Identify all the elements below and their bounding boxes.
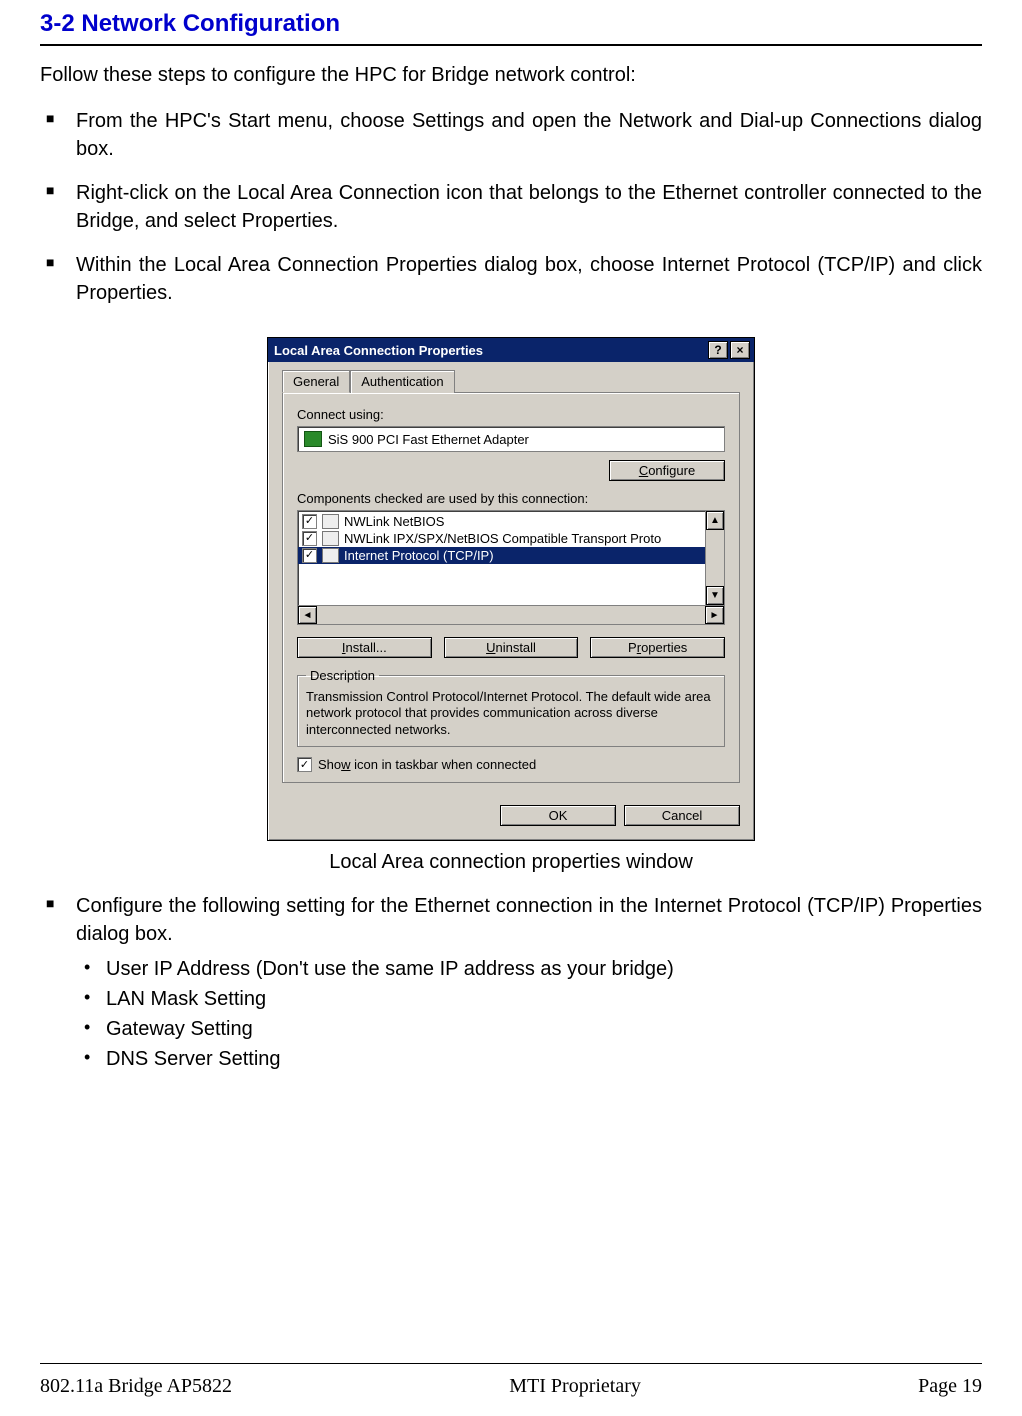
footer-center: MTI Proprietary: [509, 1375, 641, 1398]
config-item: Configure the following setting for the …: [76, 892, 982, 1074]
show-icon-label: Show icon in taskbar when connected: [318, 757, 536, 772]
scroll-left-icon[interactable]: ◄: [298, 606, 317, 624]
configure-button[interactable]: Configure: [609, 460, 725, 481]
sub-item: Gateway Setting: [106, 1014, 982, 1044]
step-item: Within the Local Area Connection Propert…: [76, 251, 982, 307]
component-label: Internet Protocol (TCP/IP): [344, 548, 494, 563]
properties-dialog: Local Area Connection Properties ? × Gen…: [267, 337, 755, 841]
heading-rule: [40, 44, 982, 46]
nic-icon: [304, 431, 322, 447]
figure-caption: Local Area connection properties window: [40, 851, 982, 874]
install-button[interactable]: Install...: [297, 637, 432, 658]
config-sublist: User IP Address (Don't use the same IP a…: [76, 954, 982, 1074]
footer-rule: [40, 1363, 982, 1364]
tab-strip: General Authentication: [282, 370, 740, 393]
checkbox-icon[interactable]: ✓: [297, 757, 312, 772]
protocol-icon: [322, 514, 339, 529]
protocol-icon: [322, 548, 339, 563]
description-text: Transmission Control Protocol/Internet P…: [306, 689, 716, 738]
tab-panel-general: Connect using: SiS 900 PCI Fast Ethernet…: [282, 392, 740, 783]
protocol-icon: [322, 531, 339, 546]
uninstall-button[interactable]: Uninstall: [444, 637, 579, 658]
components-label: Components checked are used by this conn…: [297, 491, 725, 506]
component-label: NWLink IPX/SPX/NetBIOS Compatible Transp…: [344, 531, 661, 546]
section-heading: 3-2 Network Configuration: [40, 10, 982, 38]
components-listbox[interactable]: ✓ NWLink NetBIOS ✓ NWLink IPX/SPX/NetBIO…: [297, 510, 725, 625]
component-label: NWLink NetBIOS: [344, 514, 444, 529]
scroll-right-icon[interactable]: ►: [705, 606, 724, 624]
checkbox-icon[interactable]: ✓: [302, 514, 317, 529]
horizontal-scrollbar[interactable]: ◄ ►: [298, 605, 724, 624]
component-item[interactable]: ✓ NWLink IPX/SPX/NetBIOS Compatible Tran…: [298, 530, 705, 547]
page-footer: 802.11a Bridge AP5822 MTI Proprietary Pa…: [40, 1375, 982, 1398]
properties-button[interactable]: Properties: [590, 637, 725, 658]
component-item-selected[interactable]: ✓ Internet Protocol (TCP/IP): [298, 547, 705, 564]
connect-using-label: Connect using:: [297, 407, 725, 422]
close-button[interactable]: ×: [730, 341, 750, 359]
dialog-titlebar[interactable]: Local Area Connection Properties ? ×: [268, 338, 754, 362]
figure-container: Local Area Connection Properties ? × Gen…: [40, 337, 982, 841]
cancel-button[interactable]: Cancel: [624, 805, 740, 826]
checkbox-icon[interactable]: ✓: [302, 531, 317, 546]
adapter-field[interactable]: SiS 900 PCI Fast Ethernet Adapter: [297, 426, 725, 452]
adapter-name: SiS 900 PCI Fast Ethernet Adapter: [328, 432, 529, 447]
document-page: 3-2 Network Configuration Follow these s…: [0, 0, 1022, 1416]
config-list: Configure the following setting for the …: [40, 892, 982, 1074]
sub-item: User IP Address (Don't use the same IP a…: [106, 954, 982, 984]
sub-item: LAN Mask Setting: [106, 984, 982, 1014]
footer-right: Page 19: [918, 1375, 982, 1398]
footer-left: 802.11a Bridge AP5822: [40, 1375, 232, 1398]
help-button[interactable]: ?: [708, 341, 728, 359]
scroll-up-icon[interactable]: ▲: [706, 511, 724, 530]
dialog-title: Local Area Connection Properties: [274, 343, 483, 358]
description-legend: Description: [306, 668, 379, 683]
ok-button[interactable]: OK: [500, 805, 616, 826]
config-item-text: Configure the following setting for the …: [76, 895, 982, 945]
vertical-scrollbar[interactable]: ▲ ▼: [705, 511, 724, 605]
scroll-down-icon[interactable]: ▼: [706, 586, 724, 605]
intro-paragraph: Follow these steps to configure the HPC …: [40, 64, 982, 87]
step-item: From the HPC's Start menu, choose Settin…: [76, 107, 982, 163]
step-item: Right-click on the Local Area Connection…: [76, 179, 982, 235]
tab-general[interactable]: General: [282, 370, 350, 393]
tab-authentication[interactable]: Authentication: [350, 370, 454, 393]
component-item[interactable]: ✓ NWLink NetBIOS: [298, 513, 705, 530]
sub-item: DNS Server Setting: [106, 1044, 982, 1074]
show-icon-checkbox-row[interactable]: ✓ Show icon in taskbar when connected: [297, 757, 725, 772]
configure-button-rest: onfigure: [648, 463, 695, 478]
steps-list: From the HPC's Start menu, choose Settin…: [40, 107, 982, 307]
description-group: Description Transmission Control Protoco…: [297, 668, 725, 747]
checkbox-icon[interactable]: ✓: [302, 548, 317, 563]
